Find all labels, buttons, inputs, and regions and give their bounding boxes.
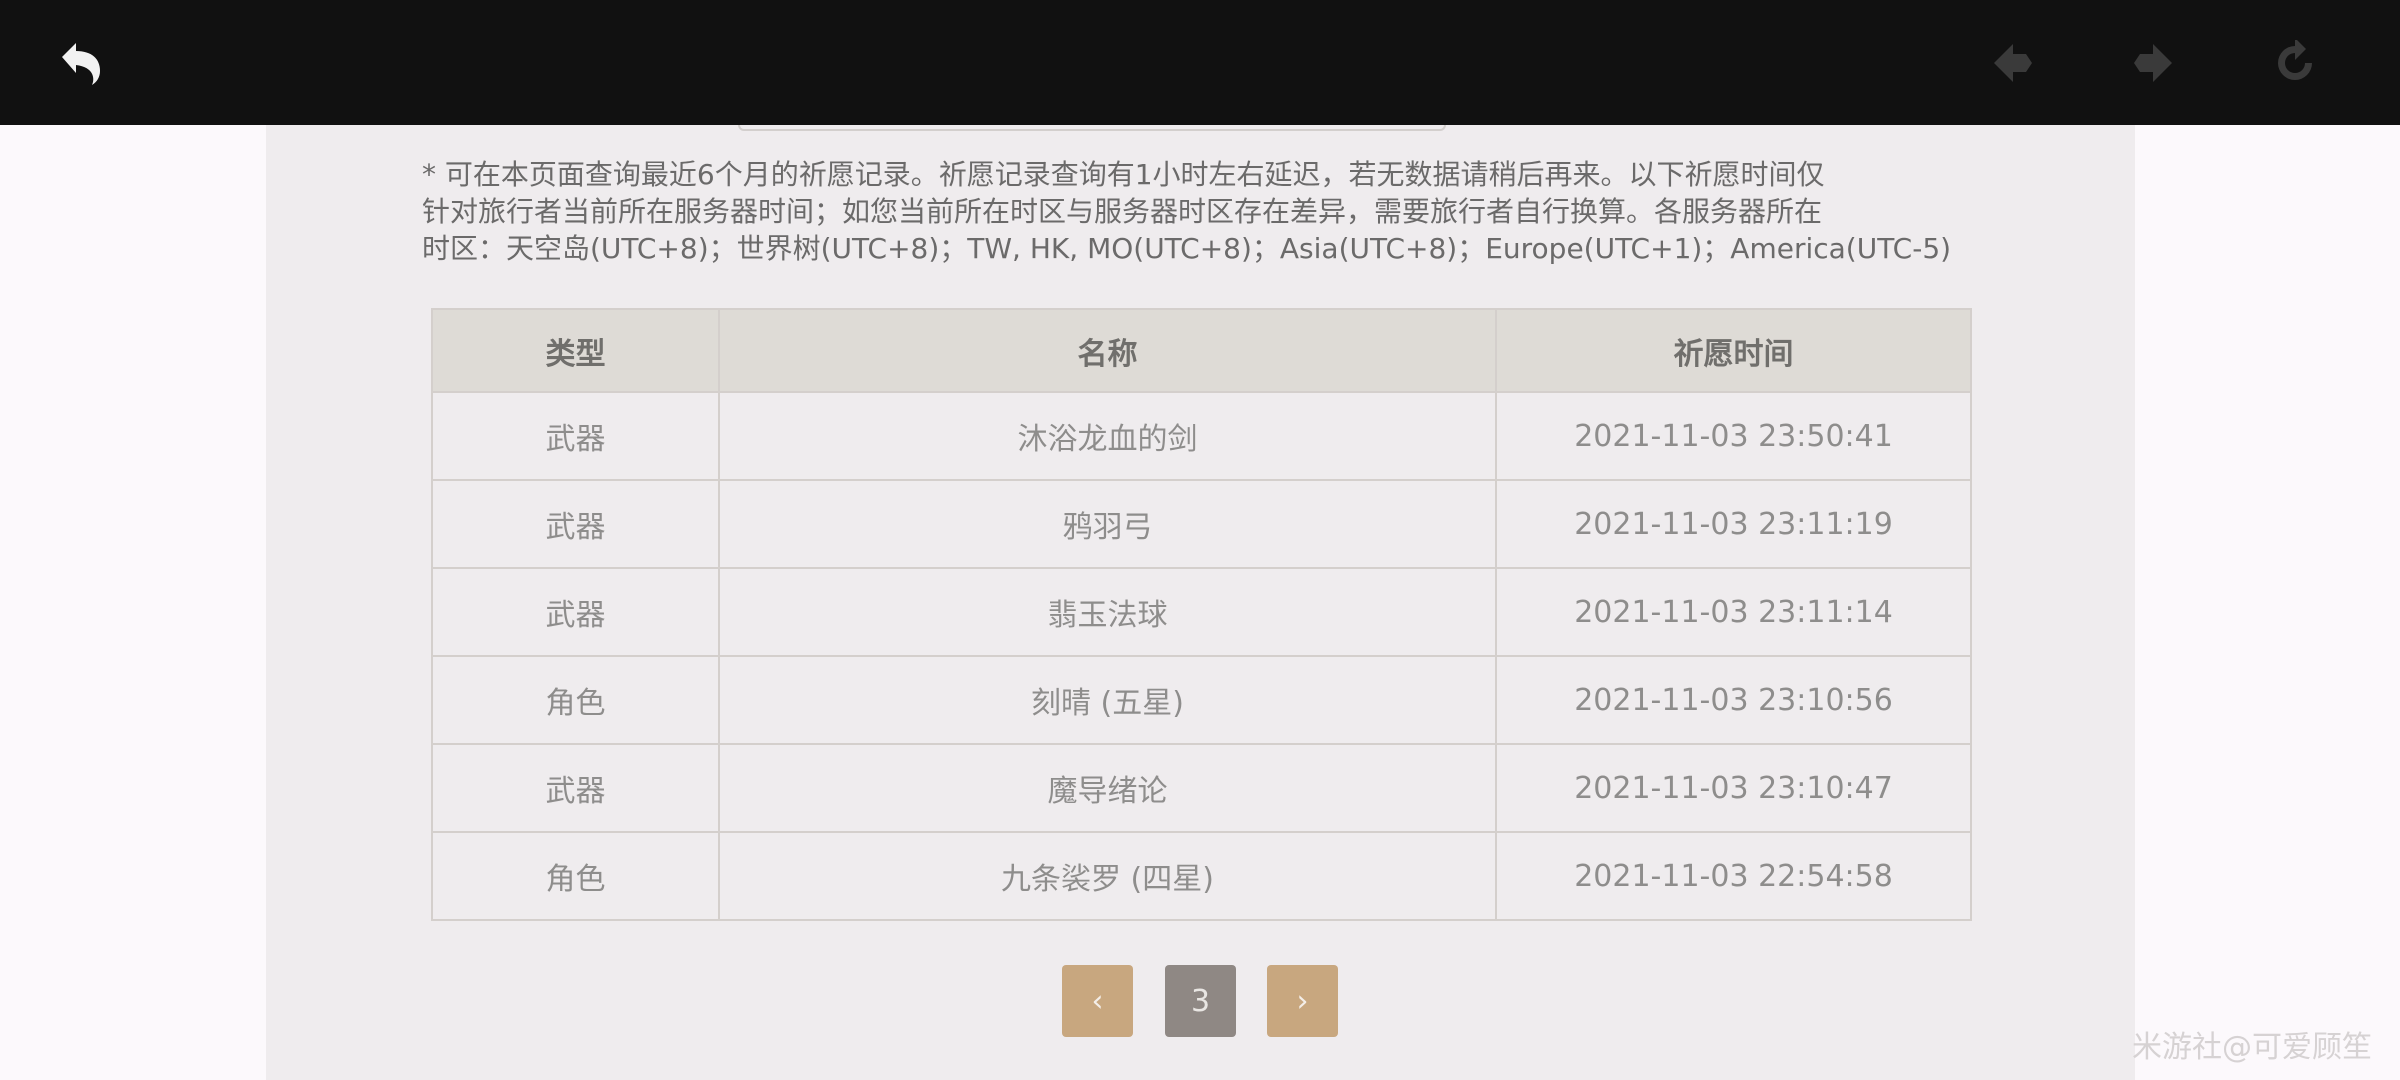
cell-type: 角色 [431,831,720,921]
notice-line-1: * 可在本页面查询最近6个月的祈愿记录。祈愿记录查询有1小时左右延迟，若无数据请… [422,158,1825,191]
back-arrow-icon[interactable] [48,32,110,94]
watermark: 米游社@可爱顾笙 [2132,1030,2372,1065]
refresh-icon[interactable] [2264,32,2326,94]
cell-time: 2021-11-03 23:10:56 [1495,655,1972,745]
cell-type: 武器 [431,391,720,481]
cell-name: 鸦羽弓 [718,479,1497,569]
cell-name-five-star: 刻晴 (五星) [718,655,1497,745]
table-row: 武器 沐浴龙血的剑 2021-11-03 23:50:41 [431,391,1972,481]
column-header-time: 祈愿时间 [1495,308,1972,393]
table-row: 武器 翡玉法球 2021-11-03 23:11:14 [431,567,1972,657]
notice-line-3: 时区：天空岛(UTC+8)；世界树(UTC+8)；TW, HK, MO(UTC+… [422,232,1952,265]
cell-time: 2021-11-03 23:11:19 [1495,479,1972,569]
notice-text: * 可在本页面查询最近6个月的祈愿记录。祈愿记录查询有1小时左右延迟，若无数据请… [422,156,1967,267]
cell-type: 武器 [431,479,720,569]
cell-name: 翡玉法球 [718,567,1497,657]
diamond-right-icon[interactable] [2122,32,2184,94]
cell-type: 武器 [431,743,720,833]
panel-header-edge [738,125,1446,131]
cell-time: 2021-11-03 23:11:14 [1495,567,1972,657]
table-row: 武器 鸦羽弓 2021-11-03 23:11:19 [431,479,1972,569]
prev-page-button[interactable]: ‹ [1062,965,1133,1037]
notice-line-2: 针对旅行者当前所在服务器时间；如您当前所在时区与服务器时区存在差异，需要旅行者自… [422,195,1823,228]
wish-records-table: 类型 名称 祈愿时间 武器 沐浴龙血的剑 2021-11-03 23:50:41… [431,308,1972,921]
cell-time: 2021-11-03 23:50:41 [1495,391,1972,481]
chevron-right-icon: › [1296,983,1309,1019]
chevron-left-icon: ‹ [1091,983,1104,1019]
page-number: 3 [1190,983,1211,1019]
cell-type: 角色 [431,655,720,745]
table-row: 角色 九条裟罗 (四星) 2021-11-03 22:54:58 [431,831,1972,921]
cell-name-four-star: 九条裟罗 (四星) [718,831,1497,921]
diamond-left-icon[interactable] [1982,32,2044,94]
cell-time: 2021-11-03 23:10:47 [1495,743,1972,833]
column-header-type: 类型 [431,308,720,393]
cell-time: 2021-11-03 22:54:58 [1495,831,1972,921]
cell-name: 魔导绪论 [718,743,1497,833]
table-row: 武器 魔导绪论 2021-11-03 23:10:47 [431,743,1972,833]
top-toolbar [0,0,2400,125]
next-page-button[interactable]: › [1267,965,1338,1037]
current-page-indicator[interactable]: 3 [1165,965,1236,1037]
column-header-name: 名称 [718,308,1497,393]
table-row: 角色 刻晴 (五星) 2021-11-03 23:10:56 [431,655,1972,745]
cell-type: 武器 [431,567,720,657]
table-header-row: 类型 名称 祈愿时间 [431,308,1972,393]
cell-name: 沐浴龙血的剑 [718,391,1497,481]
